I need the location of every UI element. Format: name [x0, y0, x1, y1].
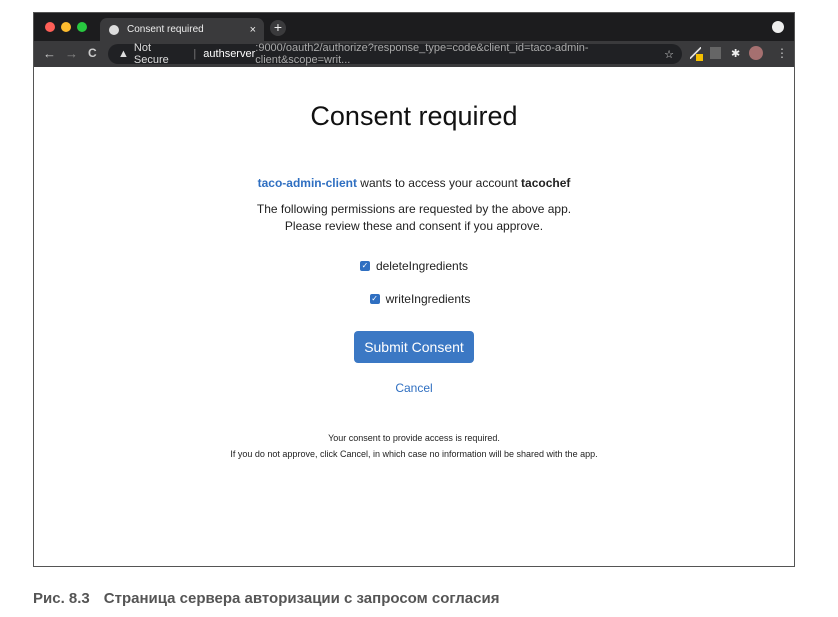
reload-button[interactable]: C — [88, 46, 97, 60]
checkbox-checked-icon[interactable]: ✓ — [359, 261, 370, 271]
minimize-window-button[interactable] — [61, 22, 71, 32]
bookmark-star-icon[interactable]: ☆ — [664, 48, 674, 61]
wants-text: wants to access your account — [356, 176, 522, 190]
client-id[interactable]: taco-admin-client — [258, 176, 357, 190]
maximize-window-button[interactable] — [77, 22, 87, 32]
globe-icon — [109, 24, 119, 35]
figure-caption-text: Страница сервера авторизации с запросом … — [103, 590, 500, 607]
security-label: Not Secure — [133, 42, 169, 66]
consent-note-1: Your consent to provide access is requir… — [328, 433, 500, 443]
tab-consent-required[interactable]: Consent required × — [100, 18, 264, 41]
tab-title: Consent required — [127, 24, 204, 35]
cancel-label[interactable]: Cancel — [395, 381, 432, 395]
checkbox-checked-icon[interactable]: ✓ — [369, 294, 380, 304]
figure-caption: Рис. 8.3 Страница сервера авторизации с з… — [33, 590, 499, 607]
avatar[interactable] — [749, 46, 763, 60]
url-host: authserver — [203, 48, 256, 60]
url-path: :9000/oauth2/authorize?response_type=cod… — [255, 42, 589, 66]
close-window-button[interactable] — [45, 22, 55, 32]
scope-label: deleteIngredients — [375, 259, 469, 273]
submit-consent-button[interactable]: Submit Consent — [354, 331, 474, 363]
menu-icon[interactable]: ⋮ — [776, 46, 788, 60]
divider: | — [193, 48, 197, 60]
cancel-link[interactable]: Cancel — [34, 381, 794, 395]
address-bar[interactable]: ▲ Not Secure | authserver:9000/oauth2/au… — [108, 42, 682, 66]
extension-icon[interactable] — [710, 47, 721, 59]
scope-label: writeIngredients — [385, 292, 471, 306]
browser-toolbar: ← → C ▲ Not Secure | authserver:9000/oau… — [34, 41, 794, 67]
figure-number: Рис. 8.3 — [33, 590, 90, 607]
account-name: tacochef — [521, 176, 571, 190]
info-line-1: The following permissions are requested … — [256, 202, 572, 216]
consent-note-2: If you do not approve, click Cancel, in … — [230, 449, 598, 459]
puzzle-extensions-icon[interactable]: ✱ — [731, 47, 742, 60]
warning-icon: ▲ — [118, 48, 129, 60]
browser-window: Consent required × + ← → C ▲ Not Secure … — [33, 12, 795, 567]
scope-checkbox-writeingredients[interactable]: ✓ writeIngredients — [40, 292, 800, 306]
page-title: Consent required — [310, 101, 518, 131]
info-line-2: Please review these and consent if you a… — [284, 219, 544, 233]
tab-search-icon[interactable] — [772, 21, 784, 33]
pen-extension-icon[interactable] — [690, 47, 703, 61]
new-tab-button[interactable]: + — [270, 20, 286, 36]
scope-checkbox-deleteingredients[interactable]: ✓ deleteIngredients — [34, 259, 794, 273]
access-request-text: taco-admin-client wants to access your a… — [34, 176, 794, 190]
back-button[interactable]: ← — [43, 46, 56, 61]
tab-bar: Consent required × + — [34, 13, 794, 41]
forward-button[interactable]: → — [65, 46, 78, 61]
consent-page: Consent required taco-admin-client wants… — [34, 67, 794, 566]
tab-close-icon[interactable]: × — [250, 24, 256, 36]
